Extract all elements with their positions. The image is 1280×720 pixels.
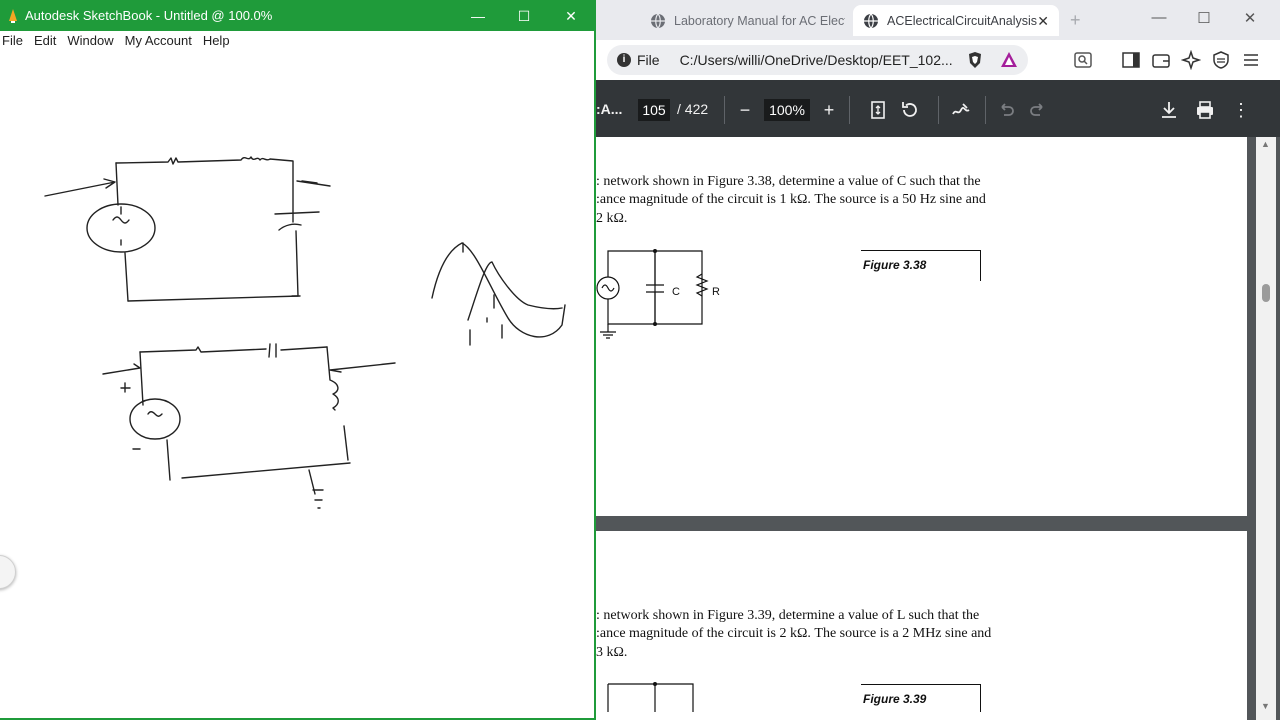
capacitor-label: C [672,286,680,298]
zoom-out-button[interactable]: − [733,98,757,122]
scrollbar-track[interactable] [1256,137,1276,720]
resistor-label: R [712,286,720,298]
new-tab-button[interactable]: + [1070,10,1081,31]
problem-text-line: :ance magnitude of the circuit is 2 kΩ. … [596,626,992,641]
brave-rewards-icon[interactable] [999,50,1019,70]
tab-label: Laboratory Manual for AC Elect [674,13,845,28]
url-scheme-label: File [637,52,660,68]
minimize-icon[interactable]: — [1149,9,1169,29]
globe-icon [864,13,878,28]
print-icon[interactable] [1193,98,1217,122]
scroll-up-icon[interactable]: ▲ [1261,139,1270,149]
toolbar-divider [724,96,725,124]
tab-label: ACElectricalCircuitAnalysis [887,13,1037,28]
circuit-figure-3-39 [607,682,694,712]
figure-label: Figure 3.39 [863,692,927,706]
menu-my-account[interactable]: My Account [123,31,196,51]
minimize-icon[interactable]: — [468,6,488,26]
search-in-page-icon[interactable] [1073,50,1093,70]
sketchbook-logo-icon [9,9,17,23]
menu-edit[interactable]: Edit [32,31,60,51]
zoom-in-button[interactable]: + [817,98,841,122]
menu-help[interactable]: Help [201,31,234,51]
rotate-icon[interactable] [898,98,922,122]
pdf-title: :A... [596,101,623,117]
globe-icon [651,13,665,28]
menu-window[interactable]: Window [65,31,117,51]
tab-ac-circuit-analysis[interactable]: ACElectricalCircuitAnalysis ✕ [853,5,1059,36]
problem-text-line: :ance magnitude of the circuit is 1 kΩ. … [596,192,986,207]
tab-lab-manual[interactable]: Laboratory Manual for AC Elect [640,5,845,36]
undo-icon[interactable] [994,98,1018,122]
brave-shield-icon[interactable] [965,50,985,70]
problem-text-line: 3 kΩ. [596,645,628,660]
problem-text-line: : network shown in Figure 3.38, determin… [596,174,981,189]
problem-text-line: : network shown in Figure 3.39, determin… [596,608,980,623]
maximize-icon[interactable]: ☐ [1194,9,1214,29]
window-title: Autodesk SketchBook - Untitled @ 100.0% [25,8,273,23]
menu-file[interactable]: File [0,31,27,51]
url-path: C:/Users/willi/OneDrive/Desktop/EET_102.… [679,52,953,68]
figure-label: Figure 3.38 [863,258,927,272]
redo-icon[interactable] [1026,98,1050,122]
toolbar-divider [985,96,986,124]
page-number-input[interactable]: 105 [638,99,670,121]
toolbar-divider [938,96,939,124]
leo-ai-icon[interactable] [1181,50,1201,70]
toolbar-divider [849,96,850,124]
scrollbar-thumb[interactable] [1262,284,1270,302]
info-icon[interactable]: i [617,53,631,67]
wallet-icon[interactable] [1151,50,1171,70]
drawing-canvas[interactable] [0,51,594,718]
menu-bar: File Edit Window My Account Help [0,31,596,51]
menu-icon[interactable] [1241,50,1261,70]
sidebar-icon[interactable] [1121,50,1141,70]
page-total: / 422 [677,101,709,117]
draw-icon[interactable] [949,98,973,122]
problem-text-line: 2 kΩ. [596,211,628,226]
sketchbook-window: Autodesk SketchBook - Untitled @ 100.0% … [0,0,596,720]
close-tab-icon[interactable]: ✕ [1037,13,1049,30]
vpn-icon[interactable] [1211,50,1231,70]
close-icon[interactable]: ✕ [561,6,581,26]
fit-page-icon[interactable] [866,98,890,122]
circuit-figure-3-38: C R [596,249,720,339]
scroll-down-icon[interactable]: ▼ [1261,701,1270,711]
close-window-icon[interactable]: ✕ [1240,9,1260,29]
zoom-input[interactable]: 100% [764,99,810,121]
maximize-icon[interactable]: ☐ [514,6,534,26]
sketchbook-title-bar: Autodesk SketchBook - Untitled @ 100.0% … [0,0,596,31]
more-options-icon[interactable]: ⋮ [1229,98,1253,122]
download-icon[interactable] [1157,98,1181,122]
